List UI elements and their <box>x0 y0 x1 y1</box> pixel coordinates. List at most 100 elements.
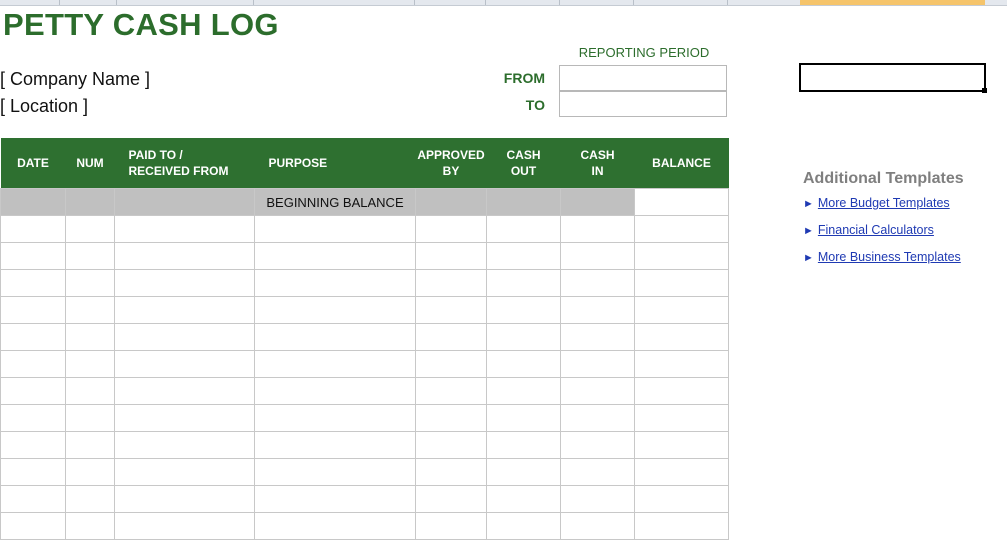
table-cell[interactable] <box>65 323 115 351</box>
table-cell[interactable] <box>560 269 635 297</box>
table-cell[interactable] <box>486 485 561 513</box>
table-cell[interactable] <box>0 242 66 270</box>
table-cell[interactable] <box>634 458 729 486</box>
table-cell[interactable] <box>0 485 66 513</box>
table-cell[interactable] <box>65 242 115 270</box>
table-cell[interactable] <box>486 458 561 486</box>
table-cell[interactable] <box>415 377 487 405</box>
table-cell[interactable] <box>560 512 635 540</box>
table-cell[interactable] <box>560 242 635 270</box>
more-budget-templates-link[interactable]: ► More Budget Templates <box>803 195 950 212</box>
table-cell[interactable] <box>0 215 66 243</box>
table-cell[interactable] <box>114 269 255 297</box>
table-cell[interactable] <box>254 377 416 405</box>
table-cell[interactable] <box>486 512 561 540</box>
table-cell[interactable] <box>114 296 255 324</box>
table-cell[interactable] <box>0 188 66 216</box>
table-cell[interactable] <box>254 323 416 351</box>
table-cell[interactable] <box>114 512 255 540</box>
table-cell[interactable] <box>65 296 115 324</box>
table-cell[interactable] <box>114 350 255 378</box>
table-cell[interactable] <box>0 269 66 297</box>
table-cell[interactable] <box>634 431 729 459</box>
beginning-balance-value[interactable] <box>634 188 729 216</box>
table-cell[interactable] <box>634 269 729 297</box>
table-cell[interactable] <box>0 323 66 351</box>
table-cell[interactable] <box>0 404 66 432</box>
selected-column-header[interactable] <box>800 0 985 5</box>
from-date-cell[interactable] <box>559 65 727 91</box>
table-cell[interactable] <box>415 296 487 324</box>
table-cell[interactable] <box>415 431 487 459</box>
table-cell[interactable] <box>65 458 115 486</box>
table-cell[interactable] <box>560 188 635 216</box>
table-cell[interactable] <box>634 485 729 513</box>
table-cell[interactable] <box>560 296 635 324</box>
table-cell[interactable] <box>560 485 635 513</box>
table-cell[interactable] <box>486 350 561 378</box>
table-cell[interactable] <box>634 323 729 351</box>
table-cell[interactable] <box>415 485 487 513</box>
table-cell[interactable] <box>415 350 487 378</box>
table-cell[interactable] <box>254 215 416 243</box>
table-cell[interactable] <box>65 269 115 297</box>
table-cell[interactable] <box>560 431 635 459</box>
table-cell[interactable] <box>415 458 487 486</box>
table-cell[interactable] <box>65 215 115 243</box>
to-date-cell[interactable] <box>559 91 727 117</box>
table-cell[interactable] <box>415 242 487 270</box>
table-cell[interactable] <box>114 431 255 459</box>
table-cell[interactable] <box>415 188 487 216</box>
financial-calculators-link[interactable]: ► Financial Calculators <box>803 222 934 239</box>
table-cell[interactable] <box>560 350 635 378</box>
company-name-cell[interactable]: [ Company Name ] <box>0 68 150 90</box>
table-cell[interactable] <box>634 215 729 243</box>
table-cell[interactable] <box>634 377 729 405</box>
table-cell[interactable] <box>254 512 416 540</box>
table-cell[interactable] <box>65 350 115 378</box>
table-cell[interactable] <box>114 323 255 351</box>
active-cell-selection[interactable] <box>799 63 986 92</box>
table-cell[interactable] <box>114 485 255 513</box>
table-cell[interactable] <box>254 269 416 297</box>
table-cell[interactable] <box>486 269 561 297</box>
table-cell[interactable] <box>560 377 635 405</box>
table-cell[interactable] <box>65 485 115 513</box>
table-cell[interactable] <box>560 215 635 243</box>
table-cell[interactable] <box>0 296 66 324</box>
table-cell[interactable] <box>634 242 729 270</box>
table-cell[interactable] <box>415 215 487 243</box>
fill-handle[interactable] <box>982 88 987 93</box>
table-cell[interactable] <box>486 215 561 243</box>
table-cell[interactable] <box>114 458 255 486</box>
table-cell[interactable] <box>254 458 416 486</box>
table-cell[interactable] <box>65 431 115 459</box>
table-cell[interactable] <box>0 512 66 540</box>
table-cell[interactable] <box>254 242 416 270</box>
location-cell[interactable]: [ Location ] <box>0 95 88 117</box>
table-cell[interactable] <box>486 242 561 270</box>
table-cell[interactable] <box>65 188 115 216</box>
table-cell[interactable] <box>486 431 561 459</box>
table-cell[interactable] <box>114 377 255 405</box>
table-cell[interactable] <box>415 269 487 297</box>
table-cell[interactable] <box>634 512 729 540</box>
table-cell[interactable] <box>65 404 115 432</box>
table-cell[interactable] <box>560 404 635 432</box>
table-cell[interactable] <box>486 323 561 351</box>
table-cell[interactable] <box>114 188 255 216</box>
table-cell[interactable] <box>254 431 416 459</box>
table-cell[interactable] <box>415 404 487 432</box>
table-cell[interactable] <box>415 323 487 351</box>
table-cell[interactable] <box>0 431 66 459</box>
table-cell[interactable] <box>114 215 255 243</box>
table-cell[interactable] <box>560 323 635 351</box>
table-cell[interactable] <box>634 296 729 324</box>
table-cell[interactable] <box>560 458 635 486</box>
table-cell[interactable] <box>65 512 115 540</box>
table-cell[interactable] <box>415 512 487 540</box>
table-cell[interactable] <box>634 404 729 432</box>
table-cell[interactable] <box>0 350 66 378</box>
table-cell[interactable] <box>486 404 561 432</box>
table-cell[interactable] <box>254 350 416 378</box>
